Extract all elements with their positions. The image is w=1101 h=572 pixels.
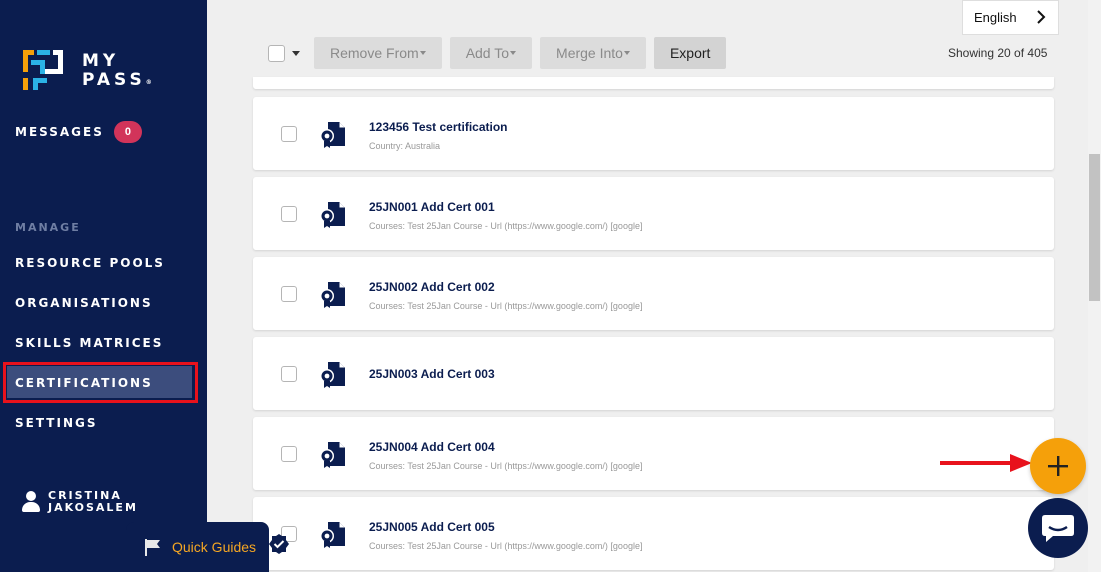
row-checkbox[interactable]: [281, 206, 297, 222]
certification-title[interactable]: 123456 Test certification: [369, 120, 508, 134]
certification-subtitle: Courses: Test 25Jan Course - Url (https:…: [369, 221, 643, 231]
user-profile[interactable]: CRISTINA JAKOSALEM: [22, 490, 138, 514]
chevron-right-icon: [1037, 10, 1046, 24]
sidebar-item-organisations[interactable]: ORGANISATIONS: [15, 296, 153, 310]
messages-count-badge: 0: [113, 121, 142, 143]
quick-guides-button[interactable]: Quick Guides: [126, 522, 269, 572]
sidebar-item-skills-matrices[interactable]: SKILLS MATRICES: [15, 336, 163, 350]
messages-label: MESSAGES: [15, 125, 104, 139]
merge-into-button[interactable]: Merge Into: [540, 37, 646, 69]
annotation-arrow: [940, 454, 1032, 472]
remove-from-button[interactable]: Remove From: [314, 37, 442, 69]
chat-button[interactable]: [1028, 498, 1088, 558]
select-options-caret-icon[interactable]: [292, 50, 300, 56]
certificate-icon: [320, 282, 345, 308]
certification-row[interactable]: 25JN001 Add Cert 001 Courses: Test 25Jan …: [253, 177, 1054, 250]
certificate-icon: [320, 122, 345, 148]
plus-icon: [1048, 456, 1068, 476]
registered-mark: ®: [145, 79, 152, 86]
certification-title[interactable]: 25JN002 Add Cert 002: [369, 280, 495, 294]
add-to-label: Add To: [465, 45, 510, 61]
certification-subtitle: Country: Australia: [369, 141, 441, 151]
messages-link[interactable]: MESSAGES 0: [15, 121, 142, 143]
certificate-icon: [320, 202, 345, 228]
scrollbar-thumb[interactable]: [1089, 154, 1100, 301]
brand-name: MY PASS®: [82, 52, 152, 90]
certification-row[interactable]: 25JN004 Add Cert 004 Courses: Test 25Jan …: [253, 417, 1054, 490]
brand-line1: MY: [82, 51, 120, 71]
certificate-icon: [320, 442, 345, 468]
user-last-name: JAKOSALEM: [48, 501, 138, 514]
remove-from-label: Remove From: [330, 45, 419, 61]
certificate-icon: [320, 362, 345, 388]
mypass-logo-icon[interactable]: [23, 50, 63, 90]
add-to-button[interactable]: Add To: [449, 37, 533, 69]
certification-row[interactable]: 25JN002 Add Cert 002 Courses: Test 25Jan …: [253, 257, 1054, 330]
user-name: CRISTINA JAKOSALEM: [48, 490, 138, 514]
certification-row[interactable]: 123456 Test certification Country: Austra…: [253, 97, 1054, 170]
row-checkbox[interactable]: [281, 126, 297, 142]
row-checkbox[interactable]: [281, 286, 297, 302]
certification-title[interactable]: 25JN005 Add Cert 005: [369, 520, 495, 534]
chat-icon: [1042, 515, 1074, 542]
merge-into-label: Merge Into: [556, 45, 623, 61]
certification-row[interactable]: 25JN003 Add Cert 003: [253, 337, 1054, 410]
select-all-checkbox[interactable]: [268, 44, 285, 62]
row-checkbox[interactable]: [281, 366, 297, 382]
user-icon: [22, 491, 40, 513]
sidebar-item-resource-pools[interactable]: RESOURCE POOLS: [15, 256, 165, 270]
sidebar-item-certifications[interactable]: CERTIFICATIONS: [15, 376, 153, 390]
flag-icon: [145, 539, 160, 556]
verified-badge-icon: [269, 534, 289, 554]
row-checkbox[interactable]: [281, 446, 297, 462]
certification-title[interactable]: 25JN004 Add Cert 004: [369, 440, 495, 454]
brand-line2: PASS: [82, 70, 146, 90]
caret-down-icon: [419, 51, 426, 55]
quick-guides-label: Quick Guides: [172, 539, 257, 555]
toolbar: Remove From Add To Merge Into Export: [268, 37, 734, 69]
add-certification-button[interactable]: [1030, 438, 1086, 494]
certification-subtitle: Courses: Test 25Jan Course - Url (https:…: [369, 461, 643, 471]
caret-down-icon: [510, 51, 517, 55]
certification-subtitle: Courses: Test 25Jan Course - Url (https:…: [369, 541, 643, 551]
certification-row[interactable]: 25JN005 Add Cert 005 Courses: Test 25Jan …: [253, 497, 1054, 570]
list-item-partial: [253, 77, 1054, 89]
export-label: Export: [669, 45, 711, 61]
language-selected: English: [974, 10, 1017, 25]
caret-down-icon: [623, 51, 630, 55]
language-selector[interactable]: English: [962, 0, 1059, 35]
certification-title[interactable]: 25JN001 Add Cert 001: [369, 200, 495, 214]
certification-subtitle: Courses: Test 25Jan Course - Url (https:…: [369, 301, 643, 311]
certification-title[interactable]: 25JN003 Add Cert 003: [369, 367, 495, 381]
results-count: Showing 20 of 405: [948, 46, 1048, 60]
sidebar: MY PASS® MESSAGES 0 MANAGE RESOURCE POOL…: [0, 0, 207, 572]
sidebar-item-settings[interactable]: SETTINGS: [15, 416, 98, 430]
export-button[interactable]: Export: [653, 37, 727, 69]
manage-section-label: MANAGE: [15, 221, 81, 234]
certificate-icon: [320, 522, 345, 548]
